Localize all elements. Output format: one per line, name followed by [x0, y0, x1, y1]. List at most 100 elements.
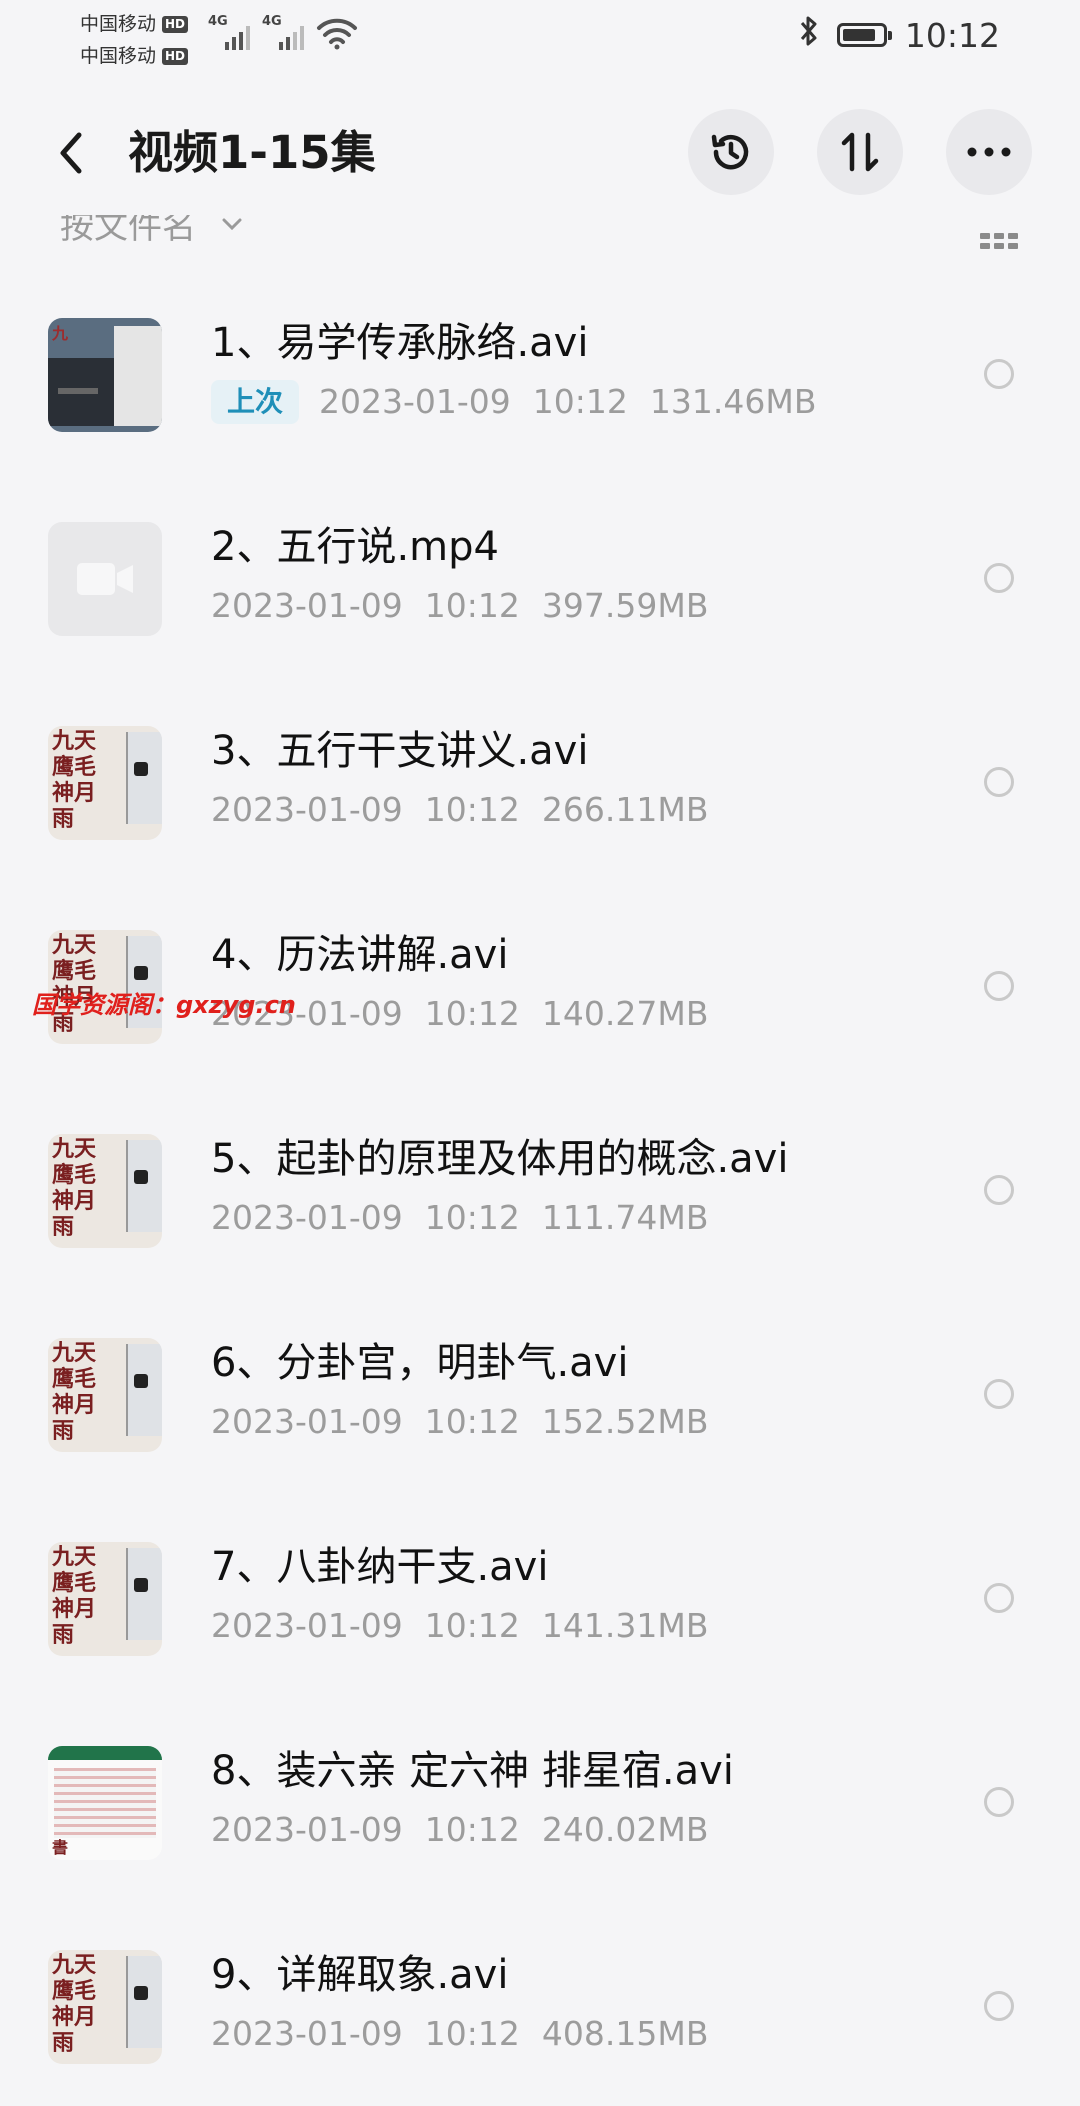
- file-meta: 2023-01-09 10:12 240.02MB: [211, 1808, 708, 1852]
- thumbnail-calligraphy: 九天 鹰毛 神月 雨: [52, 1340, 97, 1444]
- file-row[interactable]: 2、五行说.mp4 2023-01-09 10:12 397.59MB: [0, 474, 1080, 678]
- carrier-2: 中国移动: [80, 45, 157, 67]
- file-size: 240.02MB: [541, 1810, 709, 1849]
- file-row[interactable]: 書 8、装六亲 定六神 排星宿.avi 2023-01-09 10:12 240.02M…: [0, 1698, 1080, 1902]
- file-thumbnail: 九天 鹰毛 神月 雨: [48, 1542, 162, 1656]
- status-right: 10:12: [799, 14, 1000, 56]
- file-time: 10:12: [424, 790, 520, 829]
- file-row[interactable]: 九 1、易学传承脉络.avi 上次 2023-01-09 10:12 131.46MB: [0, 270, 1080, 474]
- chevron-down-icon: [222, 218, 242, 230]
- sort-label: 按文件名: [60, 215, 196, 247]
- sort-icon: [841, 132, 879, 172]
- file-date: 2023-01-09: [211, 1810, 403, 1849]
- file-row[interactable]: 九天 鹰毛 神月 雨 9、详解取象.avi 2023-01-09 10:12 408.1…: [0, 1902, 1080, 2106]
- file-thumbnail: 九天 鹰毛 神月 雨: [48, 1950, 162, 2064]
- signal-group: 4G 4G: [208, 14, 358, 52]
- file-name: 1、易学传承脉络.avi: [211, 320, 589, 366]
- carrier-1: 中国移动: [80, 13, 157, 35]
- file-date: 2023-01-09: [211, 1198, 403, 1237]
- select-radio[interactable]: [984, 1991, 1014, 2021]
- sort-button[interactable]: [817, 109, 903, 195]
- thumbnail-calligraphy: 書: [52, 1838, 69, 1857]
- thumbnail-calligraphy: 九天 鹰毛 神月 雨: [52, 1136, 97, 1240]
- file-thumbnail: 九天 鹰毛 神月 雨: [48, 1338, 162, 1452]
- file-meta: 2023-01-09 10:12 397.59MB: [211, 584, 708, 628]
- back-icon: [60, 132, 82, 174]
- file-date: 2023-01-09: [211, 1606, 403, 1645]
- select-radio[interactable]: [984, 1583, 1014, 1613]
- file-time: 10:12: [424, 994, 520, 1033]
- last-played-badge: 上次: [211, 380, 300, 424]
- file-thumbnail: 九天 鹰毛 神月 雨: [48, 726, 162, 840]
- page-title: 视频1-15集: [128, 126, 376, 179]
- file-size: 140.27MB: [541, 994, 709, 1033]
- file-meta: 2023-01-09 10:12 141.31MB: [211, 1604, 708, 1648]
- file-meta: 2023-01-09 10:12 152.52MB: [211, 1400, 708, 1444]
- select-radio[interactable]: [984, 1787, 1014, 1817]
- file-row[interactable]: 九天 鹰毛 神月 雨 6、分卦宫，明卦气.avi 2023-01-09 10:12 15…: [0, 1290, 1080, 1494]
- bluetooth-icon: [799, 14, 819, 56]
- video-thumbnail: [48, 522, 162, 636]
- select-radio[interactable]: [984, 563, 1014, 593]
- sort-bar: 按文件名: [0, 215, 1080, 265]
- thumbnail-calligraphy: 九天 鹰毛 神月 雨: [52, 1544, 97, 1648]
- thumbnail-calligraphy: 九天 鹰毛 神月 雨: [52, 932, 97, 1036]
- file-date: 2023-01-09: [319, 382, 511, 421]
- file-name: 9、详解取象.avi: [211, 1952, 509, 1998]
- sort-dropdown[interactable]: 按文件名: [60, 215, 242, 248]
- wifi-icon: [316, 14, 358, 52]
- file-thumbnail: 九: [48, 318, 162, 432]
- signal-icon: 4G: [262, 14, 304, 52]
- hd-badge: HD: [162, 47, 189, 65]
- grid-view-icon[interactable]: [980, 233, 1018, 249]
- file-size: 111.74MB: [541, 1198, 709, 1237]
- select-radio[interactable]: [984, 1175, 1014, 1205]
- file-date: 2023-01-09: [211, 1402, 403, 1441]
- app-header: 视频1-15集: [0, 85, 1080, 225]
- file-name: 3、五行干支讲义.avi: [211, 728, 589, 774]
- thumbnail-calligraphy: 九: [52, 324, 69, 343]
- hd-badge: HD: [162, 15, 189, 33]
- file-time: 10:12: [424, 1198, 520, 1237]
- file-row[interactable]: 九天 鹰毛 神月 雨 5、起卦的原理及体用的概念.avi 2023-01-09 10:…: [0, 1086, 1080, 1290]
- signal-icon: 4G: [208, 14, 250, 52]
- file-thumbnail: 九天 鹰毛 神月 雨: [48, 1134, 162, 1248]
- file-time: 10:12: [424, 1402, 520, 1441]
- select-radio[interactable]: [984, 359, 1014, 389]
- carrier-info: 中国移动 HD 中国移动 HD: [80, 8, 189, 72]
- file-row[interactable]: 九天 鹰毛 神月 雨 4、历法讲解.avi 2023-01-09 10:12 140.2…: [0, 882, 1080, 1086]
- file-date: 2023-01-09: [211, 2014, 403, 2053]
- file-name: 8、装六亲 定六神 排星宿.avi: [211, 1748, 734, 1794]
- file-thumbnail: 書: [48, 1746, 162, 1860]
- file-time: 10:12: [532, 382, 628, 421]
- select-radio[interactable]: [984, 767, 1014, 797]
- file-name: 7、八卦纳干支.avi: [211, 1544, 549, 1590]
- file-meta: 2023-01-09 10:12 408.15MB: [211, 2012, 708, 2056]
- history-icon: [711, 134, 749, 170]
- file-time: 10:12: [424, 1810, 520, 1849]
- thumbnail-calligraphy: 九天 鹰毛 神月 雨: [52, 728, 97, 832]
- more-button[interactable]: [946, 109, 1032, 195]
- select-radio[interactable]: [984, 971, 1014, 1001]
- file-meta: 2023-01-09 10:12 111.74MB: [211, 1196, 708, 1240]
- back-button[interactable]: [42, 123, 102, 183]
- file-size: 397.59MB: [541, 586, 709, 625]
- file-time: 10:12: [424, 1606, 520, 1645]
- file-size: 141.31MB: [541, 1606, 709, 1645]
- file-date: 2023-01-09: [211, 790, 403, 829]
- file-name: 6、分卦宫，明卦气.avi: [211, 1340, 629, 1386]
- select-radio[interactable]: [984, 1379, 1014, 1409]
- file-row[interactable]: 九天 鹰毛 神月 雨 3、五行干支讲义.avi 2023-01-09 10:12 266…: [0, 678, 1080, 882]
- file-size: 152.52MB: [541, 1402, 709, 1441]
- file-name: 5、起卦的原理及体用的概念.avi: [211, 1136, 789, 1182]
- file-name: 4、历法讲解.avi: [211, 932, 509, 978]
- more-icon: [967, 147, 1011, 157]
- file-size: 266.11MB: [541, 790, 709, 829]
- file-row[interactable]: 九天 鹰毛 神月 雨 7、八卦纳干支.avi 2023-01-09 10:12 141.…: [0, 1494, 1080, 1698]
- file-time: 10:12: [424, 586, 520, 625]
- status-time: 10:12: [904, 15, 1000, 55]
- history-button[interactable]: [688, 109, 774, 195]
- battery-icon: [836, 23, 892, 47]
- status-bar: 中国移动 HD 中国移动 HD 4G 4G 10:12: [0, 0, 1080, 70]
- file-date: 2023-01-09: [211, 586, 403, 625]
